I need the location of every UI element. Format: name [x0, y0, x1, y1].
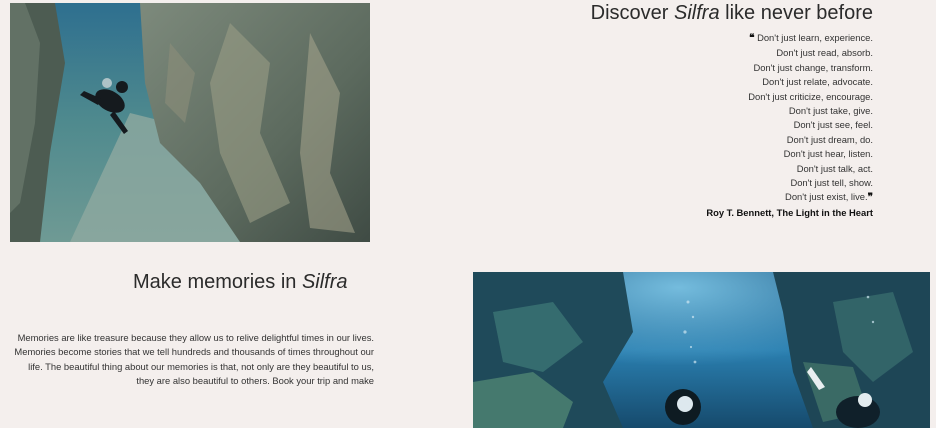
close-quote-icon: ❞ [867, 192, 873, 204]
memories-heading: Make memories in Silfra [133, 271, 348, 293]
quote-line: ❝ Don't just learn, experience. [749, 32, 873, 44]
quote-line: Don't just talk, act. [796, 162, 873, 174]
quote-line: Don't just see, feel. [793, 119, 873, 131]
discover-heading: Discover Silfra like never before [590, 2, 873, 24]
quote-block: ❝ Don't just learn, experience. Don't ju… [533, 31, 873, 220]
silfra-diver-photo [10, 3, 370, 242]
quote-line: Don't just take, give. [788, 105, 873, 117]
quote-line: Don't just relate, advocate. [762, 76, 873, 88]
quote-attribution: Roy T. Bennett, The Light in the Heart [706, 206, 873, 218]
silfra-divers-photo [473, 272, 930, 428]
open-quote-icon: ❝ [749, 33, 755, 44]
quote-line: Don't just criticize, encourage. [748, 90, 873, 102]
quote-line: Don't just read, absorb. [776, 47, 873, 59]
quote-line: Don't just change, transform. [753, 61, 873, 73]
quote-line: Don't just tell, show. [790, 177, 873, 189]
quote-line: Don't just dream, do. [786, 133, 873, 145]
quote-line: Don't just hear, listen. [783, 148, 873, 160]
quote-line: Don't just exist, live.❞ [785, 191, 873, 204]
memories-paragraph: Memories are like treasure because they … [14, 332, 374, 387]
